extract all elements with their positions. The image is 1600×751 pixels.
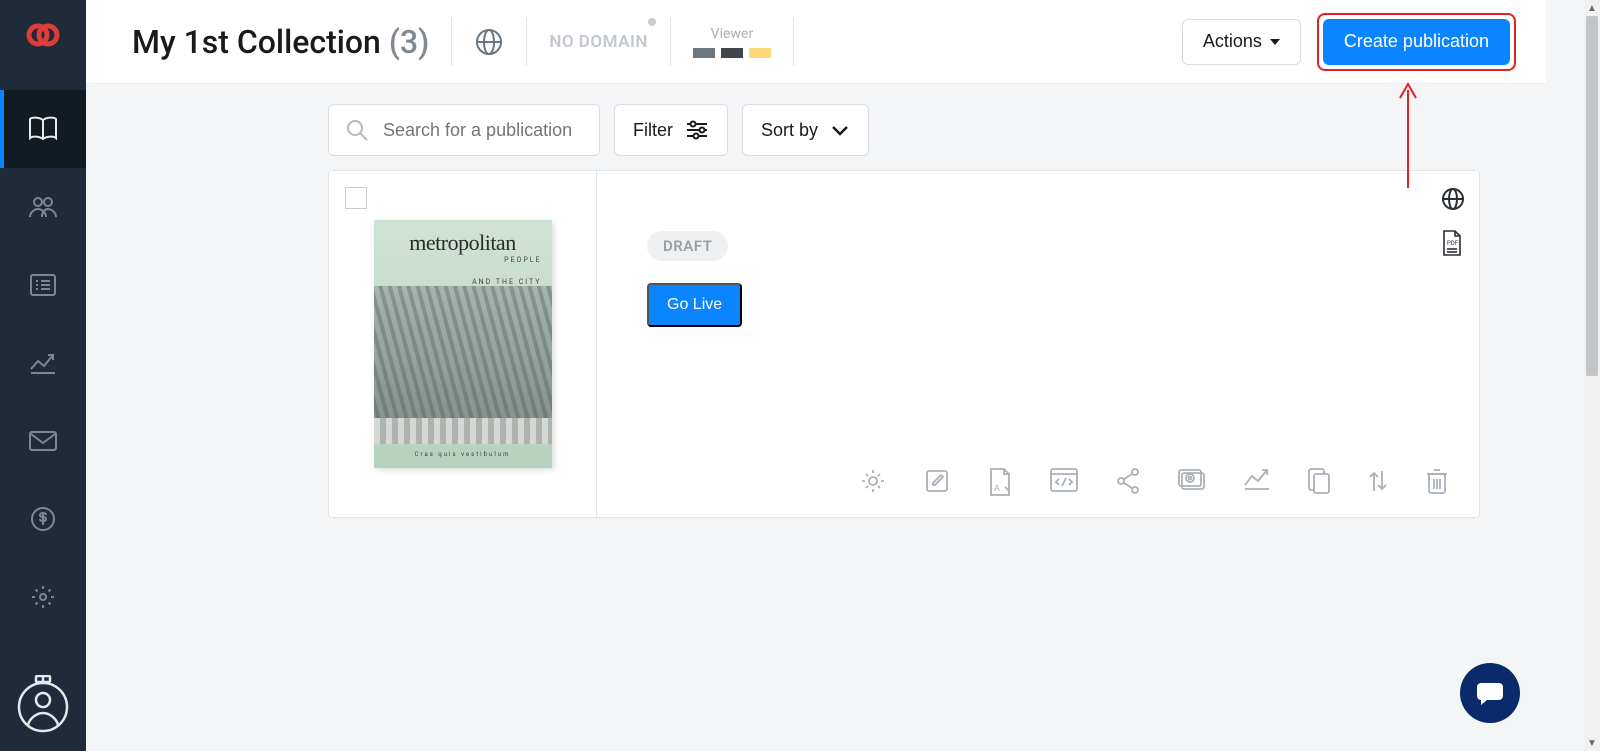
title-text: My 1st Collection <box>132 23 381 61</box>
nav-list[interactable] <box>0 246 86 324</box>
collection-title: My 1st Collection (3) <box>132 23 429 61</box>
svg-text:PDF: PDF <box>1447 240 1459 247</box>
filter-label: Filter <box>633 120 673 141</box>
theme-swatches <box>693 48 771 58</box>
filter-button[interactable]: Filter <box>614 104 728 156</box>
swatch-icon <box>749 48 771 58</box>
main-area: My 1st Collection (3) NO DOMAIN Viewer <box>86 0 1546 751</box>
select-checkbox[interactable] <box>345 187 367 209</box>
sidebar <box>0 0 86 751</box>
caret-down-icon <box>1270 39 1280 45</box>
settings-icon[interactable] <box>859 467 887 497</box>
thumbnail-column: metropolitan PEOPLE AND THE CITY Cras qu… <box>329 171 597 517</box>
sliders-icon <box>685 120 709 140</box>
scroll-down-icon[interactable]: ▼ <box>1584 735 1600 751</box>
nav-settings[interactable] <box>0 558 86 636</box>
visibility-globe-icon[interactable] <box>474 27 504 57</box>
nav-publications[interactable] <box>0 90 86 168</box>
nav-analytics[interactable] <box>0 324 86 402</box>
title-count: (3) <box>389 23 429 61</box>
share-icon[interactable] <box>1115 467 1141 497</box>
list-icon <box>30 274 56 296</box>
divider <box>451 18 452 66</box>
cover-footer: Cras quis vestibulum <box>374 451 552 458</box>
search-box[interactable] <box>328 104 600 156</box>
edit-icon[interactable] <box>923 467 951 497</box>
nav-messages[interactable] <box>0 402 86 480</box>
svg-text:A: A <box>994 484 1000 494</box>
divider <box>526 18 527 66</box>
chart-line-icon <box>29 351 57 375</box>
cover-sub1: PEOPLE <box>504 256 541 264</box>
scrollbar-thumb[interactable] <box>1586 16 1598 376</box>
viewer-theme[interactable]: Viewer <box>693 26 771 58</box>
swatch-icon <box>721 48 743 58</box>
delete-icon[interactable] <box>1425 467 1449 497</box>
scrollbar[interactable]: ▲ ▼ <box>1584 0 1600 751</box>
chevron-down-icon <box>830 124 850 136</box>
list-toolbar: Filter Sort by <box>86 84 1546 170</box>
swatch-icon <box>693 48 715 58</box>
status-dot-icon <box>648 18 656 26</box>
sort-button[interactable]: Sort by <box>742 104 869 156</box>
viewer-label: Viewer <box>711 26 753 42</box>
publication-card: metropolitan PEOPLE AND THE CITY Cras qu… <box>328 170 1480 518</box>
stats-icon[interactable] <box>1243 467 1271 497</box>
content: metropolitan PEOPLE AND THE CITY Cras qu… <box>86 170 1546 751</box>
card-side-icons: PDF <box>1441 187 1465 257</box>
book-icon <box>28 116 58 142</box>
globe-icon[interactable] <box>1441 187 1465 211</box>
reorder-icon[interactable] <box>1367 467 1389 497</box>
copy-icon[interactable] <box>1307 467 1331 497</box>
info-column: DRAFT Go Live PDF <box>597 171 1479 517</box>
document-icon[interactable]: A <box>987 467 1013 497</box>
nav-billing[interactable] <box>0 480 86 558</box>
dollar-icon <box>30 506 56 532</box>
pdf-icon[interactable]: PDF <box>1441 229 1465 257</box>
create-publication-button[interactable]: Create publication <box>1323 19 1510 65</box>
app-logo[interactable] <box>26 18 60 52</box>
actions-dropdown[interactable]: Actions <box>1182 19 1301 65</box>
actions-label: Actions <box>1203 31 1262 52</box>
scroll-up-icon[interactable]: ▲ <box>1584 0 1600 16</box>
cover-sub2: AND THE CITY <box>472 278 541 286</box>
divider <box>793 18 794 66</box>
go-live-button[interactable]: Go Live <box>647 283 742 327</box>
media-icon[interactable] <box>1177 467 1207 497</box>
gear-icon <box>30 584 56 610</box>
topbar: My 1st Collection (3) NO DOMAIN Viewer <box>86 0 1546 84</box>
divider <box>670 18 671 66</box>
highlight-annotation: Create publication <box>1317 13 1516 71</box>
mail-icon <box>29 431 57 451</box>
status-badge: DRAFT <box>647 231 728 261</box>
account-avatar[interactable] <box>17 675 69 733</box>
sort-label: Sort by <box>761 120 818 141</box>
no-domain-label[interactable]: NO DOMAIN <box>549 32 648 52</box>
search-input[interactable] <box>383 120 615 141</box>
chat-fab[interactable] <box>1460 663 1520 723</box>
embed-icon[interactable] <box>1049 467 1079 497</box>
users-icon <box>28 195 58 219</box>
publication-cover[interactable]: metropolitan PEOPLE AND THE CITY Cras qu… <box>374 220 552 468</box>
chat-icon <box>1475 678 1505 708</box>
card-action-row: A <box>859 467 1449 497</box>
cover-art <box>374 418 552 444</box>
search-icon <box>345 118 369 142</box>
cover-title: metropolitan <box>374 230 552 256</box>
nav-users[interactable] <box>0 168 86 246</box>
